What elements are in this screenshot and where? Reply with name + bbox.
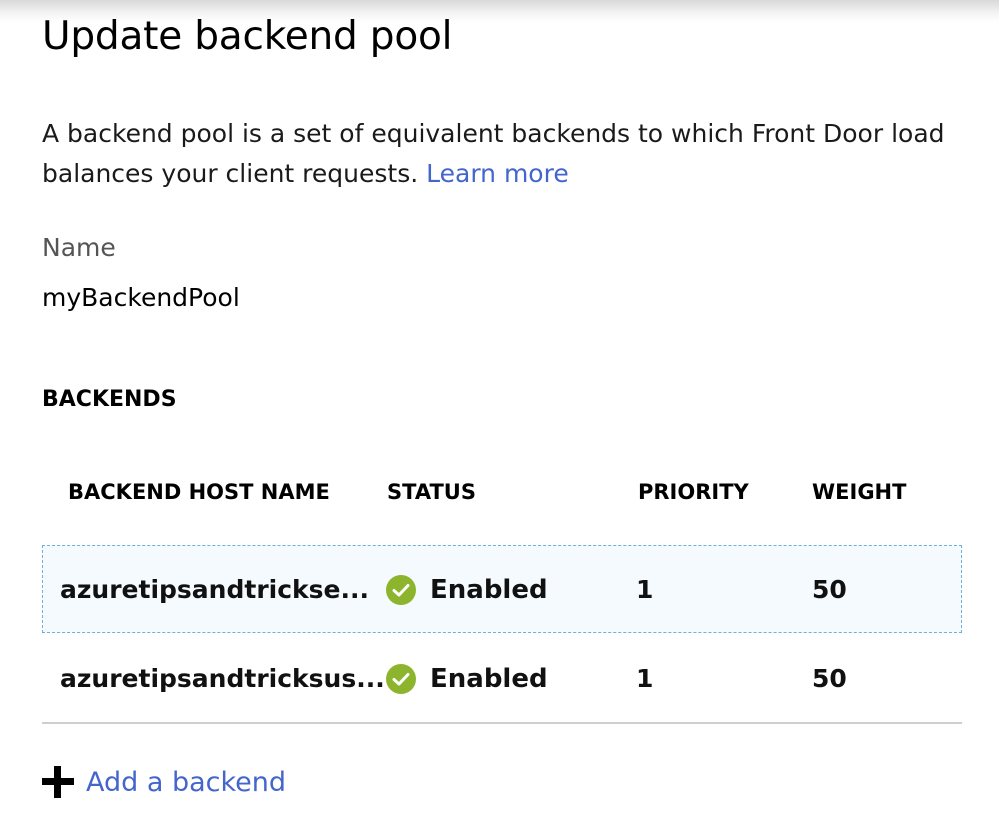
pool-description: A backend pool is a set of equivalent ba… [42, 114, 962, 194]
name-label: Name [42, 233, 116, 262]
backend-host-name: azuretipsandtrickse... [60, 575, 369, 604]
backends-heading: BACKENDS [42, 387, 177, 412]
add-backend-button[interactable]: Add a backend [42, 762, 286, 802]
table-header: BACKEND HOST NAME STATUS PRIORITY WEIGHT [42, 470, 962, 520]
backend-weight: 50 [812, 664, 847, 693]
backend-weight: 50 [812, 575, 847, 604]
column-header-weight: WEIGHT [812, 480, 907, 504]
backend-status: Enabled [386, 635, 548, 723]
backend-priority: 1 [636, 664, 654, 693]
table-row[interactable]: azuretipsandtricksus... Enabled 1 50 [42, 635, 962, 724]
backend-status: Enabled [386, 546, 548, 634]
table-row[interactable]: azuretipsandtrickse... Enabled 1 50 [42, 545, 962, 633]
name-value: myBackendPool [42, 283, 240, 312]
learn-more-link[interactable]: Learn more [426, 159, 569, 188]
column-header-host: BACKEND HOST NAME [68, 480, 330, 504]
backend-host-name: azuretipsandtricksus... [60, 664, 385, 693]
page-title: Update backend pool [42, 14, 453, 59]
check-circle-icon [386, 575, 416, 605]
add-backend-label: Add a backend [86, 766, 287, 798]
status-label: Enabled [430, 664, 548, 694]
plus-icon [42, 766, 74, 798]
backend-priority: 1 [636, 575, 654, 604]
column-header-priority: PRIORITY [638, 480, 749, 504]
column-header-status: STATUS [387, 480, 476, 504]
check-circle-icon [386, 664, 416, 694]
status-label: Enabled [430, 575, 548, 605]
backends-table: BACKEND HOST NAME STATUS PRIORITY WEIGHT… [42, 470, 962, 724]
